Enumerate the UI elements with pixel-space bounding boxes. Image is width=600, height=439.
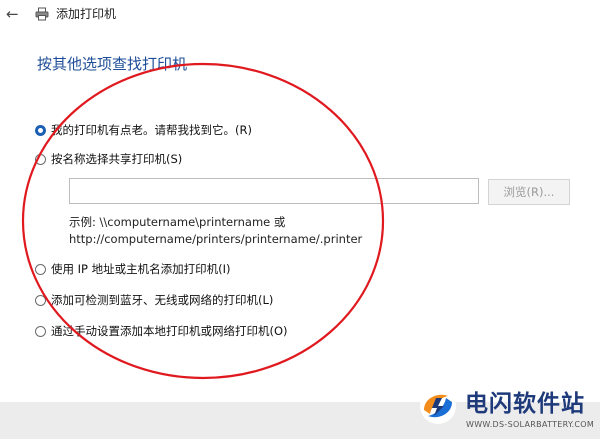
back-arrow-icon[interactable]: ← (6, 4, 19, 24)
example-line-2: http://computername/printers/printername… (69, 232, 363, 246)
option-shared-printer-label: 按名称选择共享打印机(S) (51, 152, 183, 166)
option-ip-address[interactable]: 使用 IP 地址或主机名添加打印机(I) (35, 260, 231, 278)
page-heading: 按其他选项查找打印机 (37, 55, 188, 73)
radio-shared-printer[interactable] (35, 153, 46, 165)
title-bar: ← 添加打印机 (0, 0, 600, 30)
option-bluetooth-wireless-label: 添加可检测到蓝牙、无线或网络的打印机(L) (51, 293, 274, 307)
option-old-printer-label: 我的打印机有点老。请帮我找到它。(R) (51, 123, 252, 137)
radio-old-printer[interactable] (35, 124, 46, 136)
window-title: 添加打印机 (56, 7, 117, 21)
example-text: 示例: \\computername\printername 或 http://… (69, 214, 362, 248)
option-shared-printer[interactable]: 按名称选择共享打印机(S) (35, 150, 182, 168)
watermark-site-url: WWW.DS-SOLARBATTERY.COM (466, 420, 595, 429)
watermark-site-name: 电闪软件站 (465, 391, 585, 417)
option-ip-address-label: 使用 IP 地址或主机名添加打印机(I) (51, 262, 231, 276)
shared-printer-input[interactable] (69, 178, 479, 204)
example-line-1: 示例: \\computername\printername 或 (69, 215, 286, 229)
option-manual-settings[interactable]: 通过手动设置添加本地打印机或网络打印机(O) (35, 322, 288, 340)
option-manual-settings-label: 通过手动设置添加本地打印机或网络打印机(O) (51, 324, 288, 338)
radio-bluetooth-wireless[interactable] (35, 294, 46, 306)
option-old-printer[interactable]: 我的打印机有点老。请帮我找到它。(R) (35, 121, 252, 139)
option-bluetooth-wireless[interactable]: 添加可检测到蓝牙、无线或网络的打印机(L) (35, 291, 273, 309)
watermark-logo-icon (420, 388, 456, 424)
radio-manual-settings[interactable] (35, 325, 46, 337)
radio-ip-address[interactable] (35, 263, 46, 275)
browse-button[interactable]: 浏览(R)... (488, 179, 570, 205)
printer-icon (35, 7, 49, 21)
